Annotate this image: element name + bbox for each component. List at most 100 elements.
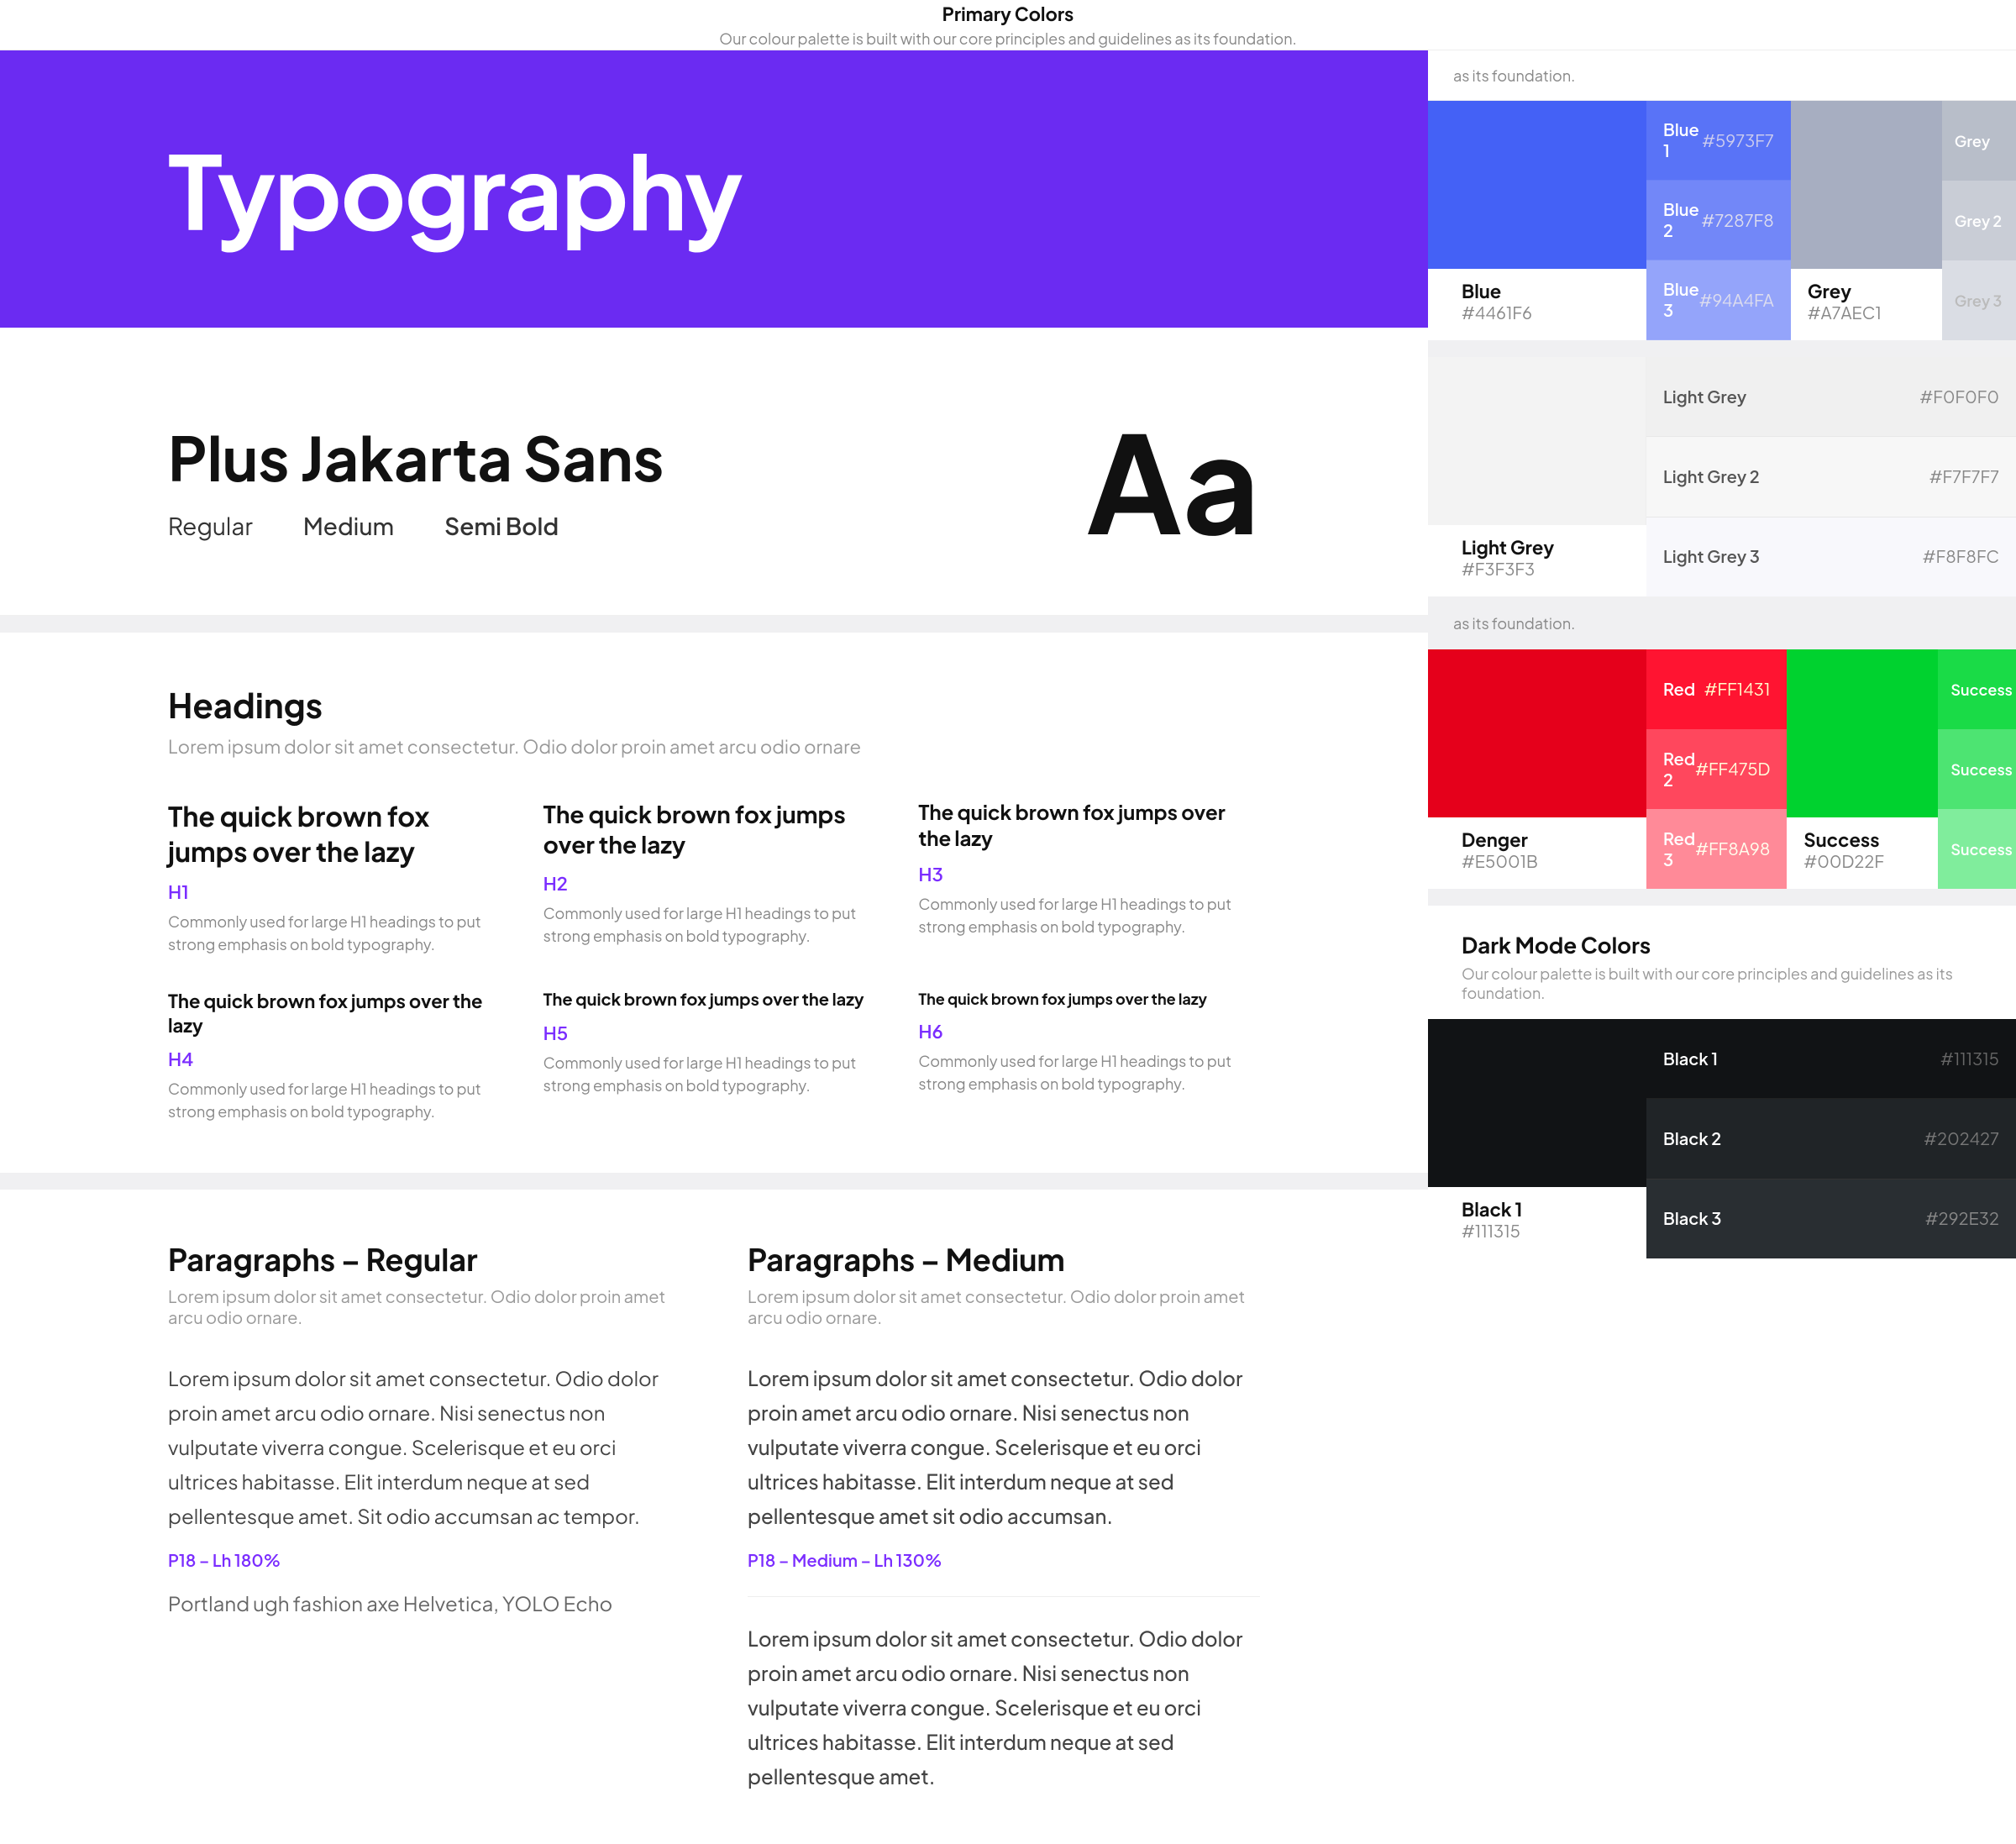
- font-weights: Regular Medium Semi Bold: [168, 512, 664, 541]
- headings-desc: Lorem ipsum dolor sit amet consectetur. …: [168, 734, 1260, 758]
- blue-name: Blue: [1462, 279, 1613, 302]
- black-3-hex: #292E32: [1925, 1208, 1999, 1229]
- lightgrey-hex: #F3F3F3: [1462, 559, 1613, 580]
- para-medium-body1: Lorem ipsum dolor sit amet consectetur. …: [748, 1362, 1260, 1533]
- blue-shade-1: Blue 1 #5973F7: [1646, 101, 1791, 181]
- blue-2-hex: #7287F8: [1702, 210, 1774, 231]
- heading-item-h1: The quick brown fox jumps over the lazy …: [168, 800, 510, 955]
- para-medium-col: Paragraphs – Medium Lorem ipsum dolor si…: [748, 1240, 1260, 1794]
- dark-mode-desc: Our colour palette is built with our cor…: [1462, 964, 1982, 1002]
- typography-title: Typography: [168, 125, 742, 253]
- danger-shade-1: Red #FF1431: [1646, 649, 1787, 729]
- success-name: Success: [1803, 827, 1921, 851]
- black-shades: Black 1 #111315 Black 2 #202427 Black 3 …: [1646, 1019, 2016, 1258]
- lightgrey-row: Light Grey #F3F3F3 Light Grey #F0F0F0 Li…: [1428, 357, 2016, 596]
- lg-2-hex: #F7F7F7: [1929, 466, 1999, 487]
- grey-hex: #A7AEC1: [1808, 302, 1925, 323]
- grey-3-name-partial: Grey 3: [1955, 291, 2003, 310]
- h5-desc: Commonly used for large H1 headings to p…: [543, 1051, 885, 1096]
- topbar-desc: Our colour palette is built with our cor…: [719, 29, 1296, 48]
- h5-text: The quick brown fox jumps over the lazy: [543, 989, 885, 1011]
- blue-grey-row: Blue #4461F6 Blue 1 #5973F7 Blue 2 #7287…: [1428, 101, 2016, 340]
- black-2-hex: #202427: [1924, 1128, 1999, 1149]
- top-bar: Primary Colors Our colour palette is bui…: [0, 0, 2016, 50]
- blue-2-name: Blue 2: [1663, 199, 1702, 241]
- danger-3-hex: #FF8A98: [1695, 838, 1770, 859]
- h3-desc: Commonly used for large H1 headings to p…: [918, 892, 1260, 938]
- success-shade-1-partial: Success: [1938, 649, 2016, 729]
- h1-text: The quick brown fox jumps over the lazy: [168, 800, 510, 869]
- danger-hex: #E5001B: [1462, 851, 1613, 872]
- lg-1-name: Light Grey: [1663, 386, 1746, 407]
- h1-label: H1: [168, 880, 510, 903]
- danger-name: Denger: [1462, 827, 1613, 851]
- black-1-hex: #111315: [1940, 1048, 1999, 1069]
- lg-2-name: Light Grey 2: [1663, 466, 1760, 487]
- blue-swatch-main: [1428, 101, 1646, 269]
- heading-item-h5: The quick brown fox jumps over the lazy …: [543, 989, 885, 1122]
- grey-shades-partial: Grey Grey 2 Grey 3: [1942, 101, 2016, 340]
- font-showcase: Plus Jakarta Sans Regular Medium Semi Bo…: [0, 328, 1428, 616]
- heading-item-h6: The quick brown fox jumps over the lazy …: [918, 989, 1260, 1122]
- blue-main-swatch: Blue #4461F6: [1428, 101, 1646, 340]
- right-sidebar: as its foundation. Blue #4461F6 Blue 1 #…: [1428, 50, 2016, 1844]
- success-3-partial: Success: [1950, 839, 2012, 859]
- para-medium-body2: Lorem ipsum dolor sit amet consectetur. …: [748, 1622, 1260, 1794]
- divider-2: [1428, 889, 2016, 906]
- divider-1: [1428, 340, 2016, 357]
- para-regular-col: Paragraphs – Regular Lorem ipsum dolor s…: [168, 1240, 680, 1794]
- h2-text: The quick brown fox jumps over the lazy: [543, 800, 885, 861]
- blue-3-hex: #94A4FA: [1699, 290, 1774, 311]
- black-name: Black 1: [1462, 1197, 1613, 1221]
- lightgrey-shade-2: Light Grey 2 #F7F7F7: [1646, 437, 2016, 517]
- headings-grid: The quick brown fox jumps over the lazy …: [168, 800, 1260, 1122]
- lightgrey-main-swatch: [1428, 357, 1646, 525]
- para-medium-label: P18 – Medium – Lh 130%: [748, 1550, 1260, 1571]
- dark-mode-title: Dark Mode Colors: [1462, 931, 1982, 959]
- danger-main-swatch: [1428, 649, 1646, 817]
- lightgrey-shades: Light Grey #F0F0F0 Light Grey 2 #F7F7F7 …: [1646, 357, 2016, 596]
- dark-row: Black 1 #111315 Black 1 #111315 Black 2 …: [1428, 1019, 2016, 1258]
- heading-item-h4: The quick brown fox jumps over the lazy …: [168, 989, 510, 1122]
- lg-3-hex: #F8F8FC: [1923, 546, 1999, 567]
- h2-label: H2: [543, 871, 885, 895]
- black-hex: #111315: [1462, 1221, 1613, 1242]
- h4-desc: Commonly used for large H1 headings to p…: [168, 1077, 510, 1122]
- danger-1-hex: #FF1431: [1704, 679, 1771, 700]
- para-regular-title: Paragraphs – Regular: [168, 1240, 680, 1278]
- para-regular-footer: Portland ugh fashion axe Helvetica, YOLO…: [168, 1588, 680, 1620]
- success-info: Success #00D22F: [1787, 817, 1938, 882]
- heading-item-h3: The quick brown fox jumps over the lazy …: [918, 800, 1260, 955]
- black-info: Black 1 #111315: [1428, 1187, 1646, 1258]
- success-hex: #00D22F: [1803, 851, 1921, 872]
- black-main-block: Black 1 #111315: [1428, 1019, 1646, 1258]
- danger-2-hex: #FF475D: [1695, 759, 1770, 780]
- para-regular-label: P18 – Lh 180%: [168, 1550, 680, 1571]
- blue-shades: Blue 1 #5973F7 Blue 2 #7287F8 Blue 3 #94…: [1646, 101, 1791, 340]
- lightgrey-main-block: Light Grey #F3F3F3: [1428, 357, 1646, 596]
- danger-1-name: Red: [1663, 679, 1695, 700]
- lg-1-hex: #F0F0F0: [1919, 386, 1999, 407]
- success-main-swatch: [1787, 649, 1938, 817]
- blue-1-hex: #5973F7: [1702, 130, 1774, 151]
- paragraphs-section: Paragraphs – Regular Lorem ipsum dolor s…: [0, 1190, 1428, 1844]
- h6-desc: Commonly used for large H1 headings to p…: [918, 1049, 1260, 1095]
- grey-main-swatch: [1791, 101, 1942, 269]
- black-shade-3: Black 3 #292E32: [1646, 1179, 2016, 1258]
- black-1-name: Black 1: [1663, 1048, 1718, 1069]
- lightgrey-info: Light Grey #F3F3F3: [1428, 525, 1646, 596]
- para-divider: [748, 1596, 1260, 1597]
- para-medium-desc: Lorem ipsum dolor sit amet consectetur. …: [748, 1286, 1260, 1328]
- paragraphs-grid: Paragraphs – Regular Lorem ipsum dolor s…: [168, 1240, 1260, 1794]
- grey-info: Grey #A7AEC1: [1791, 269, 1942, 340]
- lightgrey-shade-3: Light Grey 3 #F8F8FC: [1646, 517, 2016, 596]
- black-2-name: Black 2: [1663, 1128, 1721, 1149]
- h6-label: H6: [918, 1019, 1260, 1043]
- weight-regular: Regular: [168, 512, 253, 541]
- black-3-name: Black 3: [1663, 1208, 1721, 1229]
- danger-2-name: Red 2: [1663, 749, 1695, 791]
- partial-text: as its foundation.: [1453, 66, 1575, 85]
- success-shade-2-partial: Success: [1938, 729, 2016, 809]
- blue-info: Blue #4461F6: [1428, 269, 1646, 340]
- h4-label: H4: [168, 1047, 510, 1070]
